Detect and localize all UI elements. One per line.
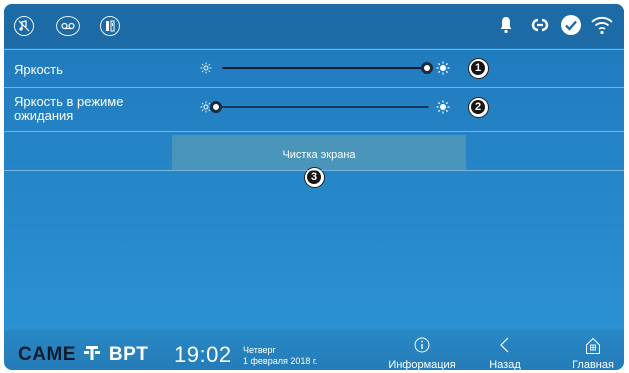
voicemail-icon[interactable] — [56, 16, 80, 36]
home-button[interactable]: Главная — [553, 337, 624, 370]
link-icon — [531, 18, 549, 32]
row-divider — [4, 170, 624, 171]
callout-badge-3-number: 3 — [307, 170, 321, 184]
door-keys-icon[interactable] — [100, 16, 120, 36]
row-divider — [4, 131, 624, 132]
standby-brightness-high-icon — [436, 100, 450, 114]
brightness-label: Яркость — [14, 62, 63, 77]
standby-brightness-slider-knob[interactable] — [210, 101, 222, 113]
info-button[interactable]: Информация — [382, 337, 462, 370]
home-icon — [586, 337, 600, 354]
brightness-high-icon — [436, 61, 450, 75]
home-label: Главная — [572, 359, 614, 370]
wifi-icon — [591, 16, 613, 35]
brand-bpt-text: BPT — [108, 344, 149, 365]
info-icon — [414, 337, 430, 353]
callout-badge-2-number: 2 — [471, 100, 485, 114]
info-label: Информация — [388, 359, 456, 370]
came-bpt-logo: CAME BPT — [18, 344, 148, 366]
row-divider — [4, 49, 624, 50]
back-button[interactable]: Назад — [465, 337, 545, 370]
callout-badge-1-number: 1 — [471, 61, 485, 75]
brand-came-text: CAME — [18, 344, 76, 365]
callout-badge-2: 2 — [468, 97, 489, 118]
bell-icon — [500, 17, 512, 34]
row-divider — [4, 87, 624, 88]
clean-screen-label: Чистка экрана — [282, 149, 356, 161]
check-circle-icon — [561, 15, 581, 35]
callout-badge-1: 1 — [468, 58, 489, 79]
brightness-slider-knob[interactable] — [421, 62, 433, 74]
chevron-left-icon — [500, 337, 509, 353]
brightness-low-icon — [200, 62, 212, 74]
clean-screen-button[interactable]: Чистка экрана — [172, 135, 466, 170]
back-label: Назад — [489, 359, 521, 370]
clock-weekday: Четверг — [243, 345, 276, 355]
top-bar — [4, 4, 624, 48]
clock-date: 1 февраля 2018 г. — [243, 356, 318, 366]
brand-mark-icon — [84, 346, 101, 360]
clock-time: 19:02 — [174, 342, 232, 367]
standby-brightness-label: Яркость в режиме ожидания — [14, 95, 123, 123]
standby-brightness-label-line2: ожидания — [14, 108, 74, 123]
intercom-screen: Яркость 1 Яркость в режиме ожидания 2 Чи… — [4, 4, 624, 370]
standby-brightness-slider-track — [216, 106, 429, 108]
brightness-slider-track — [222, 67, 427, 69]
standby-brightness-label-line1: Яркость в режиме — [14, 94, 124, 109]
music-off-icon[interactable] — [14, 16, 34, 36]
